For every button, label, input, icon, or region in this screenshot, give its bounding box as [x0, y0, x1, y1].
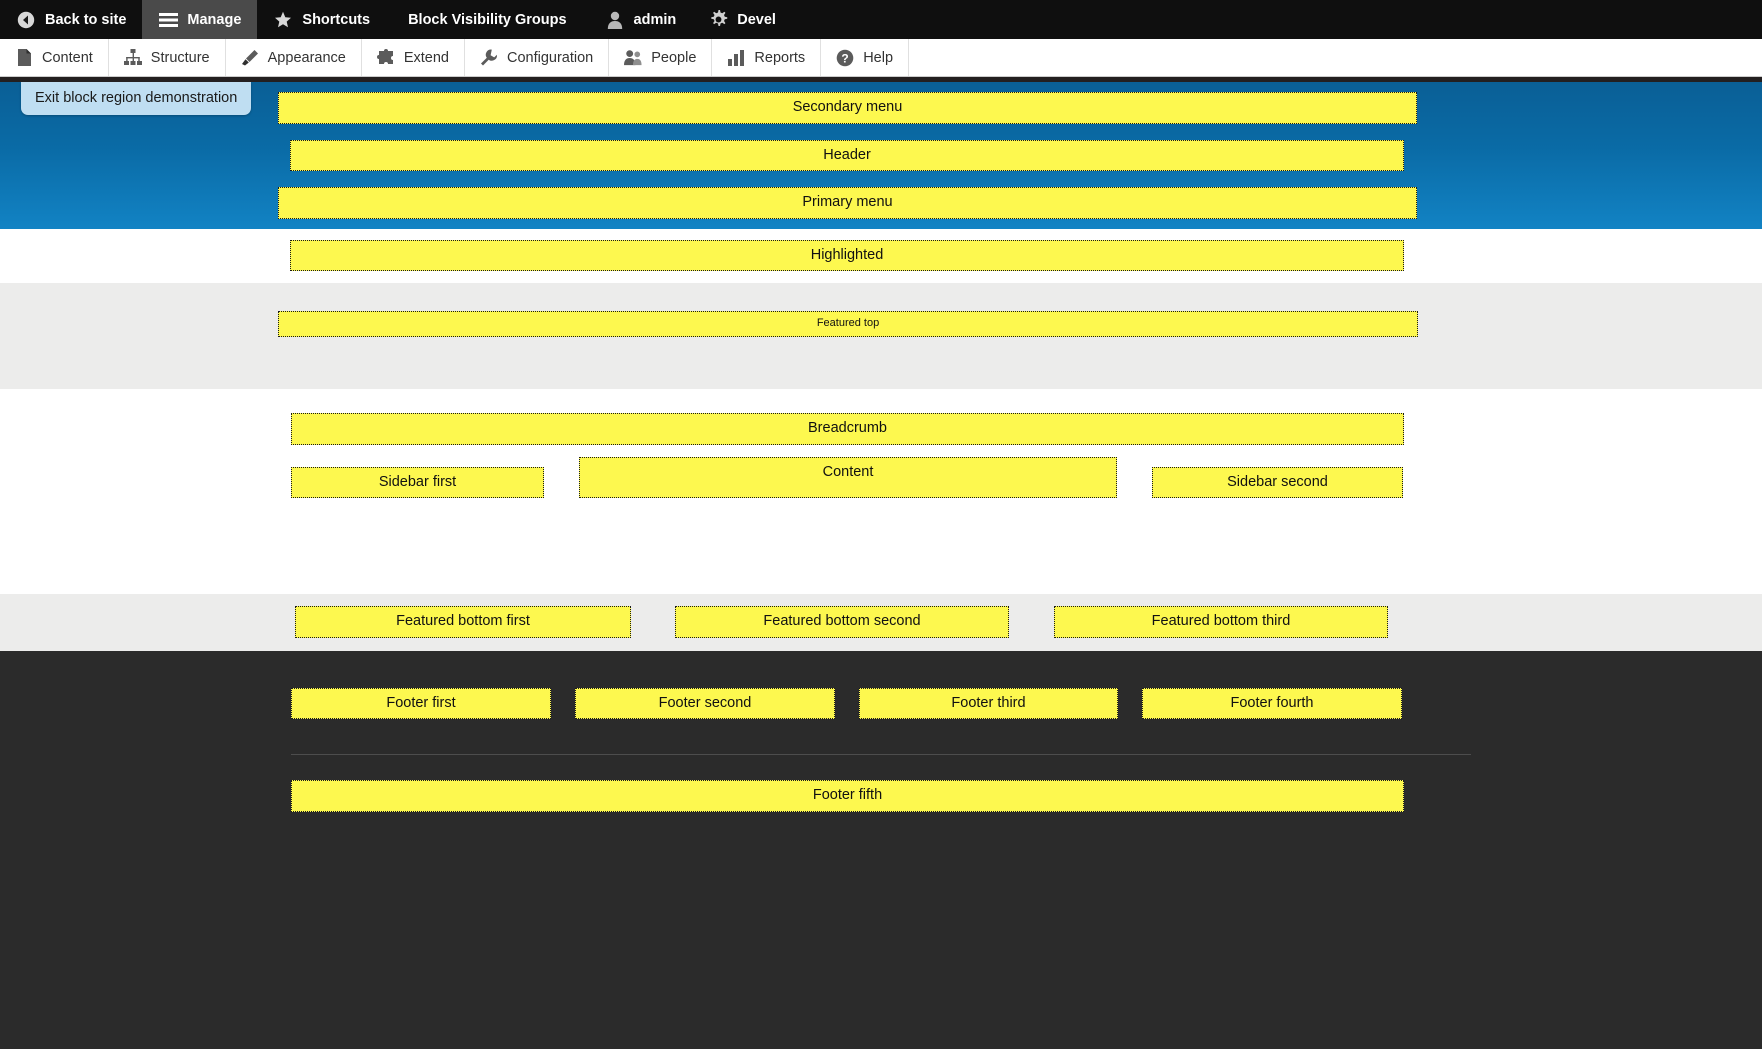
- admin-toolbar: Back to site Manage Shortcuts Block Visi…: [0, 0, 1762, 39]
- toolbar-item-label: Block Visibility Groups: [408, 11, 567, 28]
- region-label: Footer second: [658, 694, 752, 711]
- region-label: Primary menu: [802, 194, 893, 210]
- region-footer-fourth[interactable]: Footer fourth: [1142, 687, 1402, 719]
- menu-item-label: Configuration: [507, 49, 594, 66]
- toolbar-item-label: Back to site: [45, 11, 127, 28]
- footer-divider: [291, 754, 1471, 755]
- region-label: Footer third: [951, 694, 1026, 711]
- user-icon: [605, 10, 625, 30]
- toolbar-item-back-to-site[interactable]: Back to site: [0, 0, 142, 39]
- toolbar-item-label: Shortcuts: [302, 11, 371, 28]
- footer-band: Footer first Footer second Footer third …: [0, 650, 1762, 1049]
- header-band: Secondary menu Header Primary menu: [0, 82, 1762, 229]
- menu-item-appearance[interactable]: Appearance: [226, 39, 362, 76]
- toolbar-item-admin[interactable]: admin: [589, 0, 693, 39]
- wrench-icon: [480, 49, 498, 67]
- file-icon: [15, 49, 33, 67]
- region-label: Content: [822, 463, 874, 480]
- region-featured-top[interactable]: Featured top: [278, 311, 1418, 337]
- toolbar-item-devel[interactable]: Devel: [692, 0, 792, 39]
- highlighted-band: Highlighted: [0, 228, 1762, 283]
- region-label: Footer first: [386, 694, 456, 711]
- region-label: Featured bottom second: [763, 613, 921, 629]
- region-header[interactable]: Header: [290, 139, 1404, 171]
- menu-item-label: People: [651, 49, 697, 66]
- region-featured-bottom-first[interactable]: Featured bottom first: [295, 606, 631, 638]
- region-content[interactable]: Content: [579, 456, 1117, 498]
- toolbar-item-label: admin: [633, 11, 677, 28]
- menu-item-people[interactable]: People: [609, 39, 713, 76]
- question-mark-icon: ?: [836, 49, 854, 67]
- featured-bottom-row: Featured bottom first Featured bottom se…: [0, 606, 1762, 638]
- menu-item-reports[interactable]: Reports: [712, 39, 822, 76]
- star-icon: [273, 10, 293, 30]
- menu-item-help[interactable]: ? Help: [821, 39, 910, 76]
- toolbar-item-label: Manage: [187, 11, 242, 28]
- menu-item-label: Structure: [150, 49, 210, 66]
- region-label: Breadcrumb: [808, 420, 887, 436]
- region-label: Sidebar first: [378, 473, 457, 490]
- region-featured-bottom-third[interactable]: Featured bottom third: [1054, 606, 1388, 638]
- exit-block-region-demonstration-button[interactable]: Exit block region demonstration: [21, 82, 252, 115]
- menu-item-label: Extend: [403, 49, 449, 66]
- admin-menu-tray: Content Structure Appearance Extend Conf…: [0, 39, 1762, 77]
- bar-chart-icon: [727, 49, 745, 67]
- region-label: Sidebar second: [1227, 473, 1328, 490]
- featured-top-band: Featured top: [0, 283, 1762, 389]
- region-label: Featured bottom first: [396, 613, 530, 629]
- region-footer-second[interactable]: Footer second: [575, 687, 835, 719]
- toolbar-shadow-strip: [0, 77, 1762, 82]
- menu-item-label: Appearance: [267, 49, 346, 66]
- region-highlighted[interactable]: Highlighted: [290, 239, 1404, 271]
- toolbar-item-shortcuts[interactable]: Shortcuts: [257, 0, 386, 39]
- menu-item-content[interactable]: Content: [0, 39, 109, 76]
- region-secondary-menu[interactable]: Secondary menu: [278, 92, 1417, 124]
- menu-item-extend[interactable]: Extend: [362, 39, 465, 76]
- menu-item-label: Content: [42, 49, 93, 66]
- paintbrush-icon: [241, 49, 259, 67]
- region-footer-first[interactable]: Footer first: [291, 687, 551, 719]
- region-footer-third[interactable]: Footer third: [859, 687, 1118, 719]
- columns-row: Sidebar first Content Sidebar second: [0, 456, 1762, 498]
- exit-demo-label: Exit block region demonstration: [35, 90, 238, 106]
- featured-bottom-band: Featured bottom first Featured bottom se…: [0, 594, 1762, 651]
- region-label: Footer fourth: [1230, 694, 1314, 711]
- toolbar-item-block-visibility-groups[interactable]: Block Visibility Groups: [386, 0, 588, 39]
- back-arrow-icon: [16, 10, 36, 30]
- toolbar-item-manage[interactable]: Manage: [142, 0, 258, 39]
- region-label: Header: [823, 146, 871, 163]
- main-content-band: Breadcrumb Sidebar first Content Sidebar…: [0, 389, 1762, 594]
- region-label: Footer fifth: [812, 787, 883, 803]
- menu-item-configuration[interactable]: Configuration: [465, 39, 610, 76]
- toolbar-item-label: Devel: [737, 11, 776, 28]
- region-label: Featured top: [816, 317, 880, 329]
- region-sidebar-second[interactable]: Sidebar second: [1152, 466, 1403, 498]
- menu-item-structure[interactable]: Structure: [109, 39, 226, 76]
- region-sidebar-first[interactable]: Sidebar first: [291, 466, 544, 498]
- gear-icon: [708, 10, 728, 30]
- region-label: Featured bottom third: [1151, 613, 1291, 629]
- region-label: Highlighted: [810, 246, 884, 263]
- svg-text:?: ?: [842, 51, 849, 65]
- menu-item-label: Help: [863, 49, 894, 66]
- region-label: Secondary menu: [792, 99, 903, 115]
- block-region-demo-page: Exit block region demonstration Secondar…: [0, 82, 1762, 1049]
- people-icon: [624, 49, 642, 67]
- sitemap-icon: [123, 49, 142, 67]
- hamburger-icon: [158, 10, 178, 30]
- region-primary-menu[interactable]: Primary menu: [278, 187, 1417, 219]
- region-breadcrumb[interactable]: Breadcrumb: [291, 413, 1404, 445]
- footer-columns-row: Footer first Footer second Footer third …: [0, 687, 1762, 719]
- region-featured-bottom-second[interactable]: Featured bottom second: [675, 606, 1009, 638]
- region-footer-fifth[interactable]: Footer fifth: [291, 780, 1404, 812]
- menu-item-label: Reports: [754, 49, 806, 66]
- puzzle-icon: [376, 49, 395, 67]
